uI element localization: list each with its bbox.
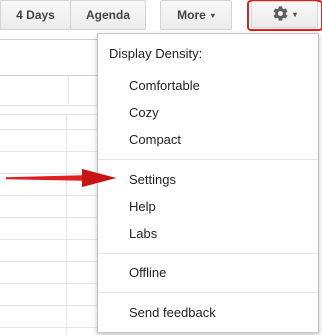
chevron-down-icon: ▾ (292, 10, 297, 19)
menu-item-labs[interactable]: Labs (129, 224, 299, 244)
more-button[interactable]: More ▾ (160, 0, 232, 30)
menu-item-send-feedback[interactable]: Send feedback (129, 303, 299, 323)
menu-item-comfortable[interactable]: Comfortable (129, 76, 299, 96)
menu-divider (98, 159, 318, 160)
red-arrow-annotation (6, 169, 116, 187)
more-label: More (177, 8, 206, 22)
gear-icon (272, 5, 289, 25)
menu-item-help[interactable]: Help (129, 197, 299, 217)
view-4-days-label: 4 Days (16, 8, 55, 22)
view-4-days-button[interactable]: 4 Days (0, 0, 70, 30)
menu-divider (98, 292, 318, 293)
chevron-down-icon: ▾ (210, 10, 215, 20)
menu-divider (98, 253, 318, 254)
settings-dropdown-menu: Display Density: Comfortable Cozy Compac… (97, 33, 319, 333)
view-agenda-button[interactable]: Agenda (70, 0, 146, 30)
menu-item-cozy[interactable]: Cozy (129, 103, 299, 123)
settings-gear-button[interactable]: ▾ (251, 1, 318, 28)
menu-item-offline[interactable]: Offline (129, 263, 299, 283)
view-agenda-label: Agenda (85, 8, 130, 22)
menu-item-settings[interactable]: Settings (129, 170, 299, 190)
display-density-heading: Display Density: (109, 46, 203, 61)
menu-item-compact[interactable]: Compact (129, 130, 299, 150)
